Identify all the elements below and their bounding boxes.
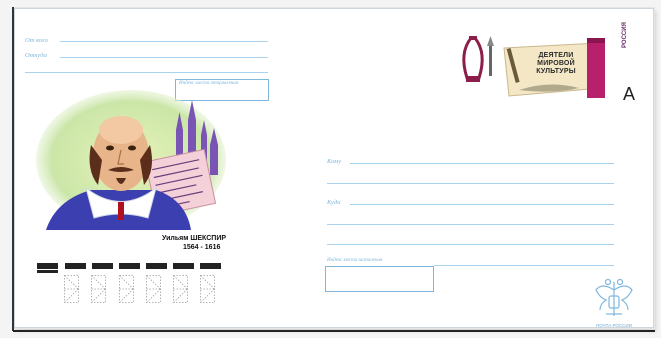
to-line-2: [327, 183, 614, 184]
postcode-bar: [92, 263, 113, 269]
postcode-bar-small: [37, 270, 58, 273]
recipient-index-box[interactable]: [325, 266, 434, 292]
to-line-1: [350, 163, 614, 164]
postcode-bar: [65, 263, 86, 269]
recipient-index-label: Индекс места назначения: [327, 258, 383, 263]
postcode-bar: [146, 263, 167, 269]
sender-index-label: Индекс места отправления: [179, 81, 239, 86]
post-label: ПОЧТА РОССИИ: [596, 323, 632, 328]
from-where-line-1: [60, 57, 268, 58]
stamp-title-line-1: ДЕЯТЕЛИ: [538, 52, 574, 59]
postcode-bar: [173, 263, 194, 269]
stamp-country: РОССИЯ: [622, 22, 628, 48]
from-where-line-2: [25, 72, 268, 73]
from-where-label: Откуда: [25, 52, 47, 59]
double-headed-eagle-icon: [595, 278, 633, 316]
postcode-bar: [200, 263, 221, 269]
to-where-line-1: [350, 204, 614, 205]
stamp-title-line-2: МИРОВОЙ: [537, 60, 575, 67]
stamp-title-line-3: КУЛЬТУРЫ: [536, 68, 576, 75]
to-where-line-4: [434, 265, 614, 266]
illustration-name: Уильям ШЕКСПИР: [162, 235, 227, 242]
stamp-rate-letter: A: [623, 84, 636, 104]
to-where-label: Куда: [327, 199, 341, 206]
to-where-line-3: [327, 244, 614, 245]
from-label: От кого: [25, 37, 48, 44]
shakespeare-portrait: [36, 90, 226, 230]
postcode-bar: [37, 263, 58, 269]
from-line-1: [60, 41, 268, 42]
to-where-line-2: [327, 224, 614, 225]
to-label: Кому: [327, 158, 342, 165]
postcode-digit-grid: [64, 275, 215, 303]
illustration-years: 1564 - 1616: [183, 244, 221, 251]
stamp-title: ДЕЯТЕЛИ МИРОВОЙ КУЛЬТУРЫ: [525, 52, 587, 76]
postcode-bar: [119, 263, 140, 269]
